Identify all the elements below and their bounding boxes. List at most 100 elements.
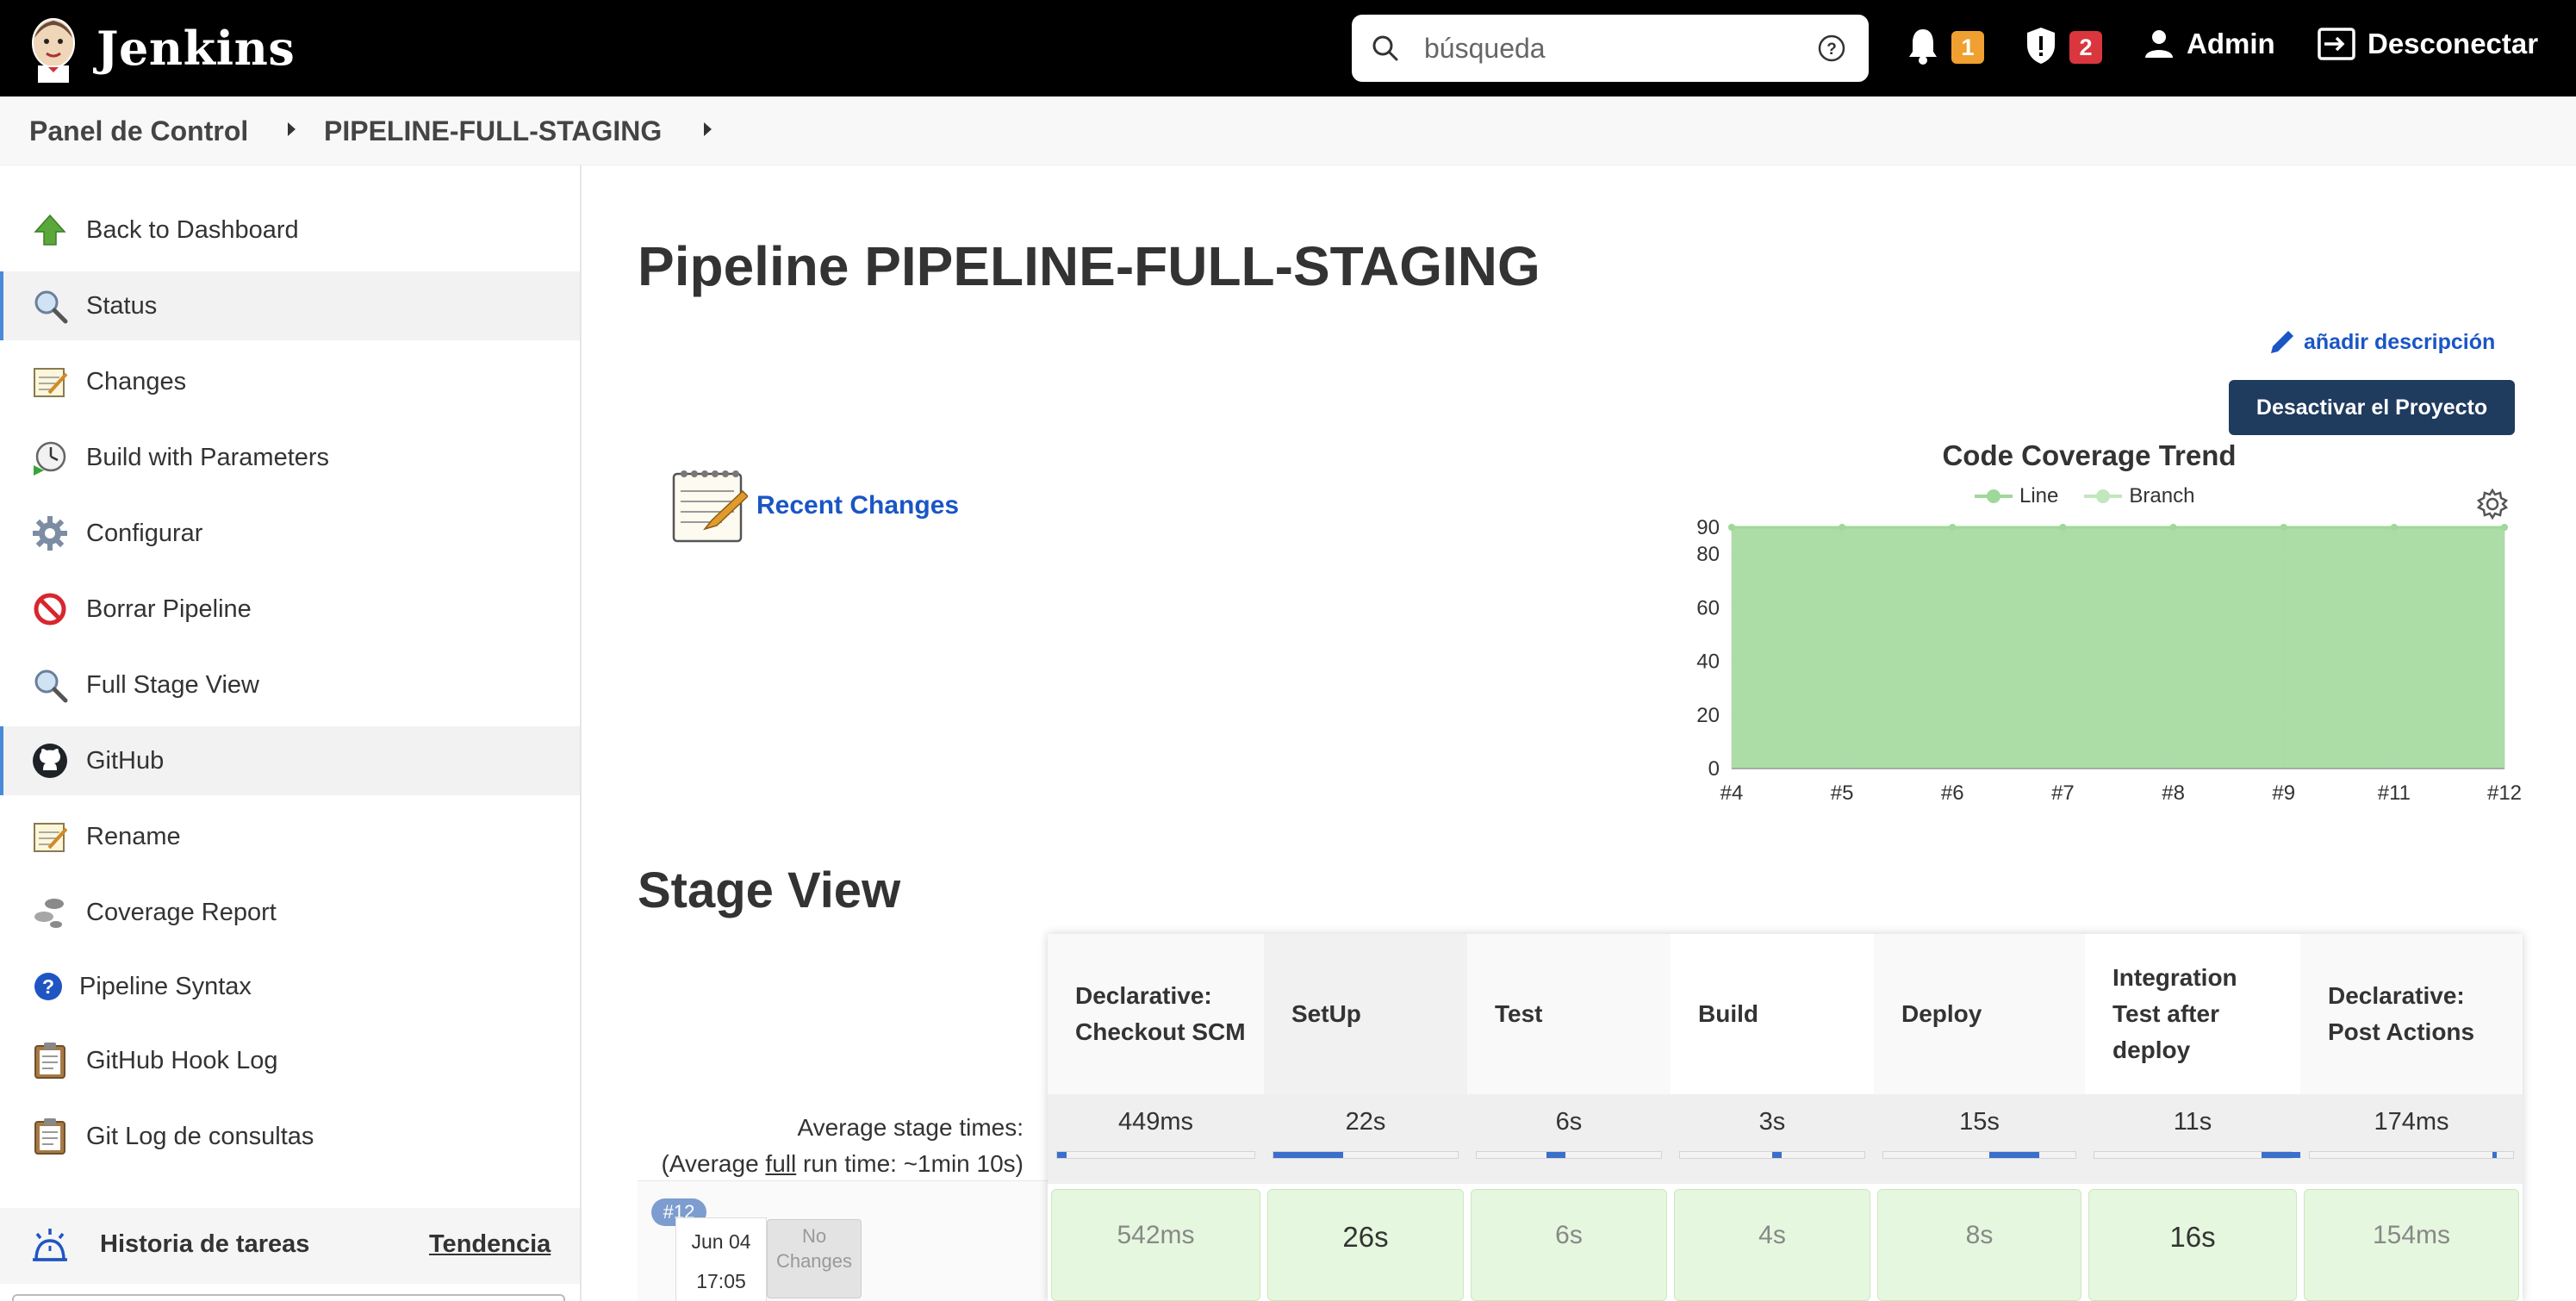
no-entry-icon	[31, 590, 69, 628]
breadcrumb-chevron-icon[interactable]	[288, 122, 296, 136]
stage-average-bar-fill	[2261, 1152, 2301, 1158]
sidebar-item-back-to-dashboard[interactable]: Back to Dashboard	[0, 196, 580, 265]
series-point	[2501, 524, 2508, 531]
stage-run-time: 4s	[1758, 1221, 1786, 1249]
sidebar-item-borrar-pipeline[interactable]: Borrar Pipeline	[0, 575, 580, 644]
sidebar-item-changes[interactable]: Changes	[0, 347, 580, 416]
jenkins-logo-text: Jenkins	[96, 21, 296, 76]
y-tick-label: 20	[1696, 704, 1720, 727]
notepad-icon	[31, 363, 69, 401]
series-point	[1949, 524, 1957, 531]
legend-item-branch[interactable]: Branch	[2082, 484, 2194, 508]
stage-average-cell: 174ms	[2300, 1094, 2523, 1184]
magnifier-icon	[31, 287, 69, 325]
stage-average-time: 449ms	[1117, 1108, 1194, 1136]
full-run-time-link[interactable]: full	[765, 1150, 796, 1177]
x-tick-label: #9	[2272, 781, 2295, 805]
y-tick-label: 90	[1696, 516, 1720, 539]
notifications-badge[interactable]: 1	[1951, 31, 1984, 64]
y-tick-label: 60	[1696, 596, 1720, 619]
legend-branch-label: Branch	[2129, 484, 2195, 507]
stage-run-time: 16s	[2169, 1221, 2216, 1253]
logout-link[interactable]: Desconectar	[2318, 28, 2538, 60]
user-link[interactable]: Admin	[2144, 28, 2275, 60]
search-help-icon[interactable]: ?	[1817, 34, 1846, 63]
y-tick-label: 80	[1696, 543, 1720, 566]
help-icon: ?	[29, 968, 67, 1005]
sidebar-item-full-stage-view[interactable]: Full Stage View	[0, 650, 580, 719]
security-badge[interactable]: 2	[2069, 31, 2102, 64]
stage-run-cell[interactable]: 154ms	[2304, 1189, 2519, 1301]
stage-average-bar	[2309, 1151, 2514, 1159]
stage-header: Deploy	[1874, 934, 2085, 1094]
stage-run-cell[interactable]: 16s	[2088, 1189, 2297, 1301]
build-history-scroll[interactable]	[12, 1294, 565, 1301]
notifications-bell-icon[interactable]	[1906, 26, 1940, 65]
security-shield-icon[interactable]	[2025, 26, 2057, 65]
jenkins-butler-icon	[32, 18, 75, 83]
sidebar-item-git-log-de-consultas[interactable]: Git Log de consultas	[0, 1102, 580, 1171]
breadcrumb-dashboard[interactable]: Panel de Control	[29, 115, 248, 147]
x-tick-label: #7	[2051, 781, 2075, 805]
series-point	[2390, 524, 2398, 531]
stage-run-cell[interactable]: 542ms	[1051, 1189, 1260, 1301]
search-input[interactable]	[1424, 27, 1795, 70]
series-point	[2169, 524, 2177, 531]
sidebar-item-github-hook-log[interactable]: GitHub Hook Log	[0, 1026, 580, 1095]
coverage-chart-title: Code Coverage Trend	[1942, 439, 2237, 471]
stage-average-bar	[1882, 1151, 2076, 1159]
search-icon	[1372, 35, 1398, 61]
series-point	[1839, 524, 1846, 531]
stage-run-cell[interactable]: 4s	[1674, 1189, 1870, 1301]
stage-header: Integration Test after deploy	[2085, 934, 2300, 1094]
breadcrumb-chevron-icon[interactable]	[704, 122, 712, 136]
y-tick-label: 0	[1708, 757, 1720, 781]
sidebar-item-status[interactable]: Status	[0, 271, 580, 340]
average-stage-times-label: Average stage times: (Average full run t…	[661, 1114, 1024, 1177]
x-tick-label: #4	[1720, 781, 1744, 805]
series-point	[1728, 524, 1735, 531]
stage-run-cell[interactable]: 26s	[1267, 1189, 1464, 1301]
stage-average-bar	[1272, 1151, 1459, 1159]
arrow-up-icon	[31, 211, 69, 249]
logout-label: Desconectar	[2368, 28, 2539, 59]
legend-item-line[interactable]: Line	[1973, 484, 2058, 508]
search-box: ?	[1352, 15, 1869, 82]
sidebar-item-coverage-report[interactable]: Coverage Report	[0, 878, 580, 947]
stage-average-bar	[1056, 1151, 1255, 1159]
coverage-chart: 0 20 40 60 80 90 #4 #5 #6 #7 #8 #9 #11 #12	[1696, 516, 2522, 805]
stage-average-bar-fill	[1273, 1152, 1344, 1158]
x-tick-label: #5	[1831, 781, 1854, 805]
stage-average-bar	[1679, 1151, 1865, 1159]
stage-view-table: Declarative: Checkout SCM 449ms 542ms SetUp…	[1048, 934, 2523, 1301]
sidebar-item-rename[interactable]: Rename	[0, 802, 580, 871]
stage-run-cell[interactable]: 8s	[1877, 1189, 2081, 1301]
notepad-icon	[31, 818, 69, 856]
disable-project-button[interactable]: Desactivar el Proyecto	[2229, 380, 2515, 435]
magnifier-icon	[31, 666, 69, 704]
notepad-icon	[672, 470, 748, 543]
legend-line-marker	[1975, 489, 2013, 503]
recent-changes-link[interactable]: Recent Changes	[670, 467, 959, 545]
stage-average-time: 15s	[1959, 1108, 2000, 1136]
jenkins-logo-link[interactable]: Jenkins	[26, 12, 295, 84]
stage-average-bar-fill	[1988, 1152, 2039, 1158]
sidebar-item-build-with-parameters[interactable]: Build with Parameters	[0, 423, 580, 492]
stage-average-cell: 6s	[1467, 1094, 1671, 1184]
legend-line-label: Line	[2019, 484, 2059, 507]
stage-run-cell[interactable]: 6s	[1471, 1189, 1667, 1301]
add-description-link[interactable]: añadir descripción	[2268, 327, 2495, 357]
breadcrumb-pipeline[interactable]: PIPELINE-FULL-STAGING	[324, 115, 662, 147]
stage-view-title: Stage View	[638, 862, 901, 918]
sidebar-item-github[interactable]: GitHub	[0, 726, 580, 795]
stage-header: Declarative: Post Actions	[2300, 934, 2523, 1094]
sidebar-item-pipeline-syntax[interactable]: ? Pipeline Syntax	[0, 952, 580, 1021]
github-icon	[31, 742, 69, 780]
trend-link[interactable]: Tendencia	[429, 1230, 551, 1259]
sidebar-item-configurar[interactable]: Configurar	[0, 499, 580, 568]
y-tick-label: 40	[1696, 650, 1720, 674]
stage-run-time: 154ms	[2372, 1221, 2451, 1249]
stage-average-time: 174ms	[2374, 1108, 2449, 1136]
gear-icon	[31, 514, 69, 552]
series-point	[2059, 524, 2067, 531]
